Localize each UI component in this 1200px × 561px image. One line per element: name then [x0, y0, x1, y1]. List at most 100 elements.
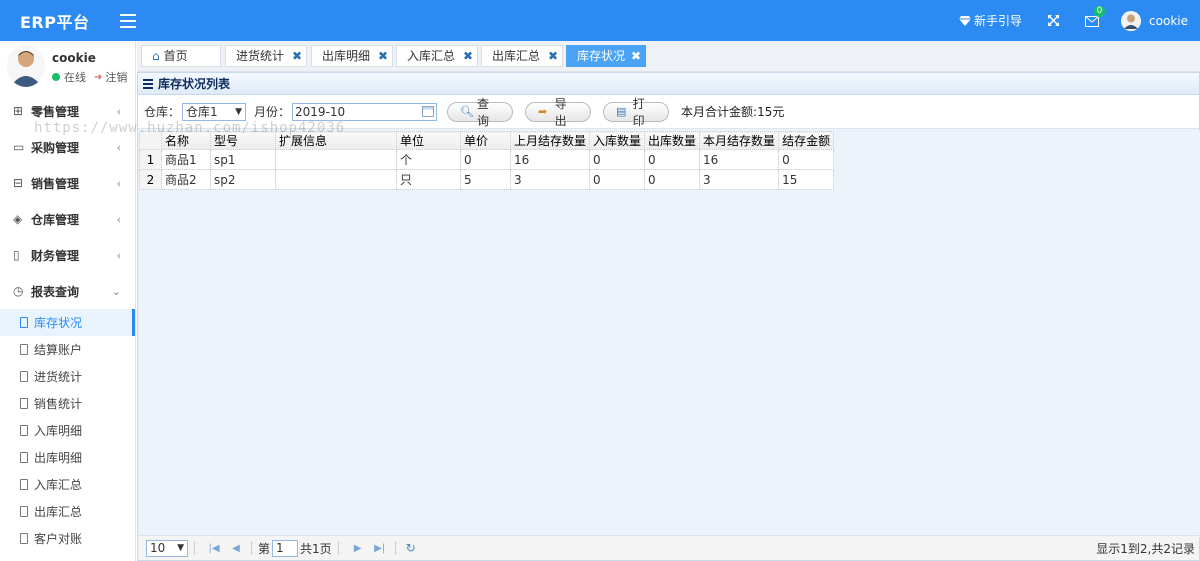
logout-link[interactable]: 注销	[105, 69, 127, 85]
column-header[interactable]: 扩展信息	[275, 131, 397, 150]
tab-stock-status[interactable]: 库存状况 ✖	[566, 45, 646, 67]
chevron-left-icon: ‹	[116, 248, 121, 262]
close-icon[interactable]: ✖	[548, 46, 558, 66]
user-menu[interactable]: cookie	[1121, 10, 1188, 31]
column-header[interactable]: 入库数量	[589, 131, 646, 150]
column-header[interactable]: 上月结存数量	[509, 131, 591, 150]
panel-title: 库存状况列表	[158, 77, 231, 91]
nav-sales[interactable]: ⊟ 销售管理 ‹	[0, 165, 135, 201]
column-header[interactable]: 型号	[210, 131, 276, 150]
print-button[interactable]: ▤ 打印	[603, 97, 670, 128]
caret-down-icon: ▼	[235, 106, 243, 117]
calendar-icon[interactable]	[422, 106, 435, 117]
tab-bar: ⌂ 首页 进货统计 ✖ 出库明细 ✖ 入库汇总 ✖ 出库汇总 ✖ 库存状况 ✖	[137, 41, 1200, 72]
sub-item-sales-stats[interactable]: 销售统计	[0, 390, 135, 417]
logout-icon[interactable]: ➜	[94, 72, 102, 83]
query-button[interactable]: 🔍︎ 查询	[447, 97, 514, 128]
month-label: 月份：	[254, 105, 291, 119]
nav-warehouse[interactable]: ◈ 仓库管理 ‹	[0, 201, 135, 237]
nav-finance[interactable]: ▯ 财务管理 ‹	[0, 237, 135, 273]
document-icon	[20, 398, 28, 409]
guide-label: 新手引导	[974, 14, 1023, 28]
first-page-icon[interactable]: |◀	[205, 543, 223, 554]
close-icon[interactable]: ✖	[292, 46, 302, 66]
guide-link[interactable]: 新手引导	[959, 12, 1022, 29]
home-icon: ⌂	[152, 49, 160, 63]
close-icon[interactable]: ✖	[378, 46, 388, 66]
sidebar: cookie 在线 ➜ 注销 ⊞ 零售管理 ‹ ▭ 采购管理 ‹ ⊟ 销售管理 ‹ ◈ 仓库管…	[0, 41, 136, 561]
chevron-left-icon: ‹	[116, 140, 121, 154]
export-icon: ➦	[538, 105, 548, 118]
nav-purchase[interactable]: ▭ 采购管理 ‹	[0, 129, 135, 165]
tab-outbound-summary[interactable]: 出库汇总 ✖	[481, 45, 563, 67]
user-panel: cookie 在线 ➜ 注销	[0, 41, 135, 93]
sub-item-outbound-summary[interactable]: 出库汇总	[0, 498, 135, 525]
page-prefix: 第	[258, 541, 271, 556]
sub-item-purchase-stats[interactable]: 进货统计	[0, 363, 135, 390]
sub-item-outbound-detail[interactable]: 出库明细	[0, 444, 135, 471]
fullscreen-icon	[1048, 15, 1060, 26]
warehouse-select[interactable]: 仓库1 ▼	[182, 102, 247, 121]
last-page-icon[interactable]: ▶|	[371, 543, 389, 554]
column-header[interactable]: 名称	[161, 131, 211, 150]
month-input[interactable]: 2019-10	[292, 102, 438, 121]
table-row[interactable]: 1 商品1 sp1 个 0 16 0 0 16 0	[139, 149, 835, 170]
page-size-select[interactable]: 10 ▼	[146, 539, 188, 557]
sub-item-inbound-detail[interactable]: 入库明细	[0, 417, 135, 444]
fullscreen-button[interactable]	[1048, 15, 1060, 26]
column-header[interactable]: 结存金额	[778, 131, 835, 150]
document-icon	[20, 317, 28, 328]
list-icon	[143, 79, 153, 89]
stock-status-panel: 库存状况列表 仓库： 仓库1 ▼ 月份： 2019-10 🔍︎ 查询 ➦ 导出 ▤ 打…	[137, 72, 1200, 561]
column-header[interactable]: 出库数量	[644, 131, 701, 150]
close-icon[interactable]: ✖	[463, 46, 473, 66]
document-icon	[20, 344, 28, 355]
search-toolbar: 仓库： 仓库1 ▼ 月份： 2019-10 🔍︎ 查询 ➦ 导出 ▤ 打印 本月合计金…	[138, 95, 1199, 129]
stock-table-area: 名称 型号 扩展信息 单位 单价 上月结存数量 入库数量 出库数量 本月结存数量…	[139, 131, 1200, 537]
month-total-amount: 本月合计金额:15元	[681, 105, 785, 119]
next-page-icon[interactable]: ▶	[349, 543, 367, 554]
nav-retail[interactable]: ⊞ 零售管理 ‹	[0, 93, 135, 129]
document-icon	[20, 425, 28, 436]
page-number-input[interactable]: 1	[272, 539, 299, 557]
close-icon[interactable]: ✖	[631, 46, 641, 66]
document-icon	[20, 506, 28, 517]
gift-icon: ⊞	[13, 104, 24, 118]
brand-title: ERP平台	[20, 12, 90, 32]
online-dot-icon	[52, 73, 60, 81]
chevron-left-icon: ‹	[116, 212, 121, 226]
pagination-bar: 10 ▼ |◀ ◀ 第 1 共1页 ▶ ▶| ↻ 显示1到2,共2记录	[138, 535, 1199, 560]
chevron-left-icon: ‹	[116, 176, 121, 190]
stock-table: 名称 型号 扩展信息 单位 单价 上月结存数量 入库数量 出库数量 本月结存数量…	[139, 131, 835, 190]
column-header[interactable]: 单位	[396, 131, 461, 150]
sub-item-customer-reconcile[interactable]: 客户对账	[0, 525, 135, 552]
tab-purchase-stats[interactable]: 进货统计 ✖	[225, 45, 307, 67]
sub-item-accounts[interactable]: 结算账户	[0, 336, 135, 363]
chevron-down-icon: ⌄	[111, 284, 121, 298]
tab-outbound-detail[interactable]: 出库明细 ✖	[311, 45, 393, 67]
sub-item-stock-status[interactable]: 库存状况	[0, 309, 135, 336]
column-header[interactable]: 本月结存数量	[699, 131, 780, 150]
avatar	[1121, 10, 1142, 31]
tab-inbound-summary[interactable]: 入库汇总 ✖	[396, 45, 478, 67]
avatar	[7, 45, 45, 87]
mail-button[interactable]: 0	[1085, 5, 1106, 27]
table-row[interactable]: 2 商品2 sp2 只 5 3 0 0 3 15	[139, 169, 835, 190]
prev-page-icon[interactable]: ◀	[227, 543, 245, 554]
clock-icon: ◷	[13, 284, 24, 298]
document-icon	[20, 371, 28, 382]
table-header-row: 名称 型号 扩展信息 单位 单价 上月结存数量 入库数量 出库数量 本月结存数量…	[139, 131, 835, 150]
mail-badge: 0	[1094, 5, 1106, 17]
column-header[interactable]: 单价	[460, 131, 511, 150]
briefcase-icon: ⊟	[13, 176, 24, 190]
nav-reports[interactable]: ◷ 报表查询 ⌄	[0, 273, 135, 309]
export-button[interactable]: ➦ 导出	[525, 97, 592, 128]
user-name: cookie	[52, 51, 96, 65]
menu-toggle-icon[interactable]	[120, 13, 136, 28]
layers-icon: ◈	[13, 212, 23, 226]
document-icon	[20, 533, 28, 544]
tab-home[interactable]: ⌂ 首页	[141, 45, 221, 67]
refresh-icon[interactable]: ↻	[406, 541, 416, 555]
book-icon: ▯	[13, 248, 20, 262]
sub-item-inbound-summary[interactable]: 入库汇总	[0, 471, 135, 498]
